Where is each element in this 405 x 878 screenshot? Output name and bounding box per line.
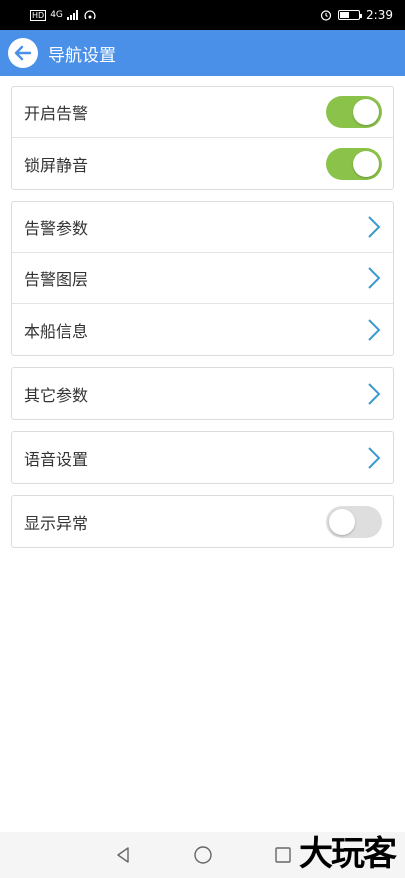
watermark-logo: 大玩客 (299, 834, 397, 874)
chevron-right-icon (368, 446, 381, 469)
page-title: 导航设置 (48, 45, 116, 66)
settings-group-voice: 语音设置 (11, 431, 394, 484)
setting-label: 语音设置 (24, 449, 89, 469)
toggle-knob (329, 508, 355, 535)
chevron-right-icon (368, 267, 381, 289)
setting-label: 其它参数 (24, 385, 89, 405)
battery-icon (338, 10, 363, 20)
setting-label: 开启告警 (24, 104, 89, 123)
settings-group-alarm-config: 告警参数 告警图层 本船信息 (11, 201, 394, 356)
setting-row-alarm-layers[interactable]: 告警图层 (12, 253, 393, 304)
toggle-knob (353, 99, 379, 125)
setting-label: 告警参数 (24, 219, 89, 238)
setting-row-lockscreen-mute[interactable]: 锁屏静音 (12, 138, 393, 189)
setting-row-voice-settings[interactable]: 语音设置 (12, 432, 393, 483)
back-button[interactable] (8, 38, 38, 68)
setting-row-ship-info[interactable]: 本船信息 (12, 304, 393, 355)
toggle-knob (353, 150, 379, 177)
setting-label: 锁屏静音 (24, 155, 89, 175)
show-anomaly-toggle[interactable] (326, 505, 382, 538)
app-bar: 导航设置 (0, 30, 405, 76)
arrow-left-icon (14, 45, 32, 61)
settings-list: 开启告警 锁屏静音 告警参数 告警图层 本船信息 其它参数 语音设置 显示异常 (11, 86, 394, 559)
setting-label: 显示异常 (24, 513, 89, 533)
nav-recents-icon[interactable] (273, 845, 293, 865)
hotspot-icon (84, 10, 96, 20)
setting-row-other-params[interactable]: 其它参数 (12, 368, 393, 419)
network-type: 4G (50, 10, 63, 20)
setting-row-alarm-params[interactable]: 告警参数 (12, 202, 393, 253)
signal-icon (66, 10, 78, 20)
setting-label: 告警图层 (24, 270, 89, 289)
chevron-right-icon (368, 216, 381, 238)
setting-row-enable-alarm[interactable]: 开启告警 (12, 87, 393, 138)
clock: 2:39 (366, 8, 393, 22)
setting-row-show-anomaly[interactable]: 显示异常 (12, 496, 393, 547)
hd-badge: HD (30, 9, 47, 21)
settings-group-alarm-toggles: 开启告警 锁屏静音 (11, 86, 394, 190)
status-left: HD 4G (30, 9, 97, 21)
chevron-right-icon (368, 318, 381, 341)
alarm-icon (320, 10, 332, 21)
status-bar: HD 4G 2:39 (0, 0, 405, 30)
setting-label: 本船信息 (24, 321, 89, 341)
settings-group-display: 显示异常 (11, 495, 394, 548)
enable-alarm-toggle[interactable] (326, 96, 382, 128)
nav-back-icon[interactable] (113, 845, 133, 865)
nav-home-icon[interactable] (193, 845, 213, 865)
status-right: 2:39 (320, 8, 393, 22)
chevron-right-icon (368, 382, 381, 405)
lockscreen-mute-toggle[interactable] (326, 147, 382, 180)
settings-group-other: 其它参数 (11, 367, 394, 420)
